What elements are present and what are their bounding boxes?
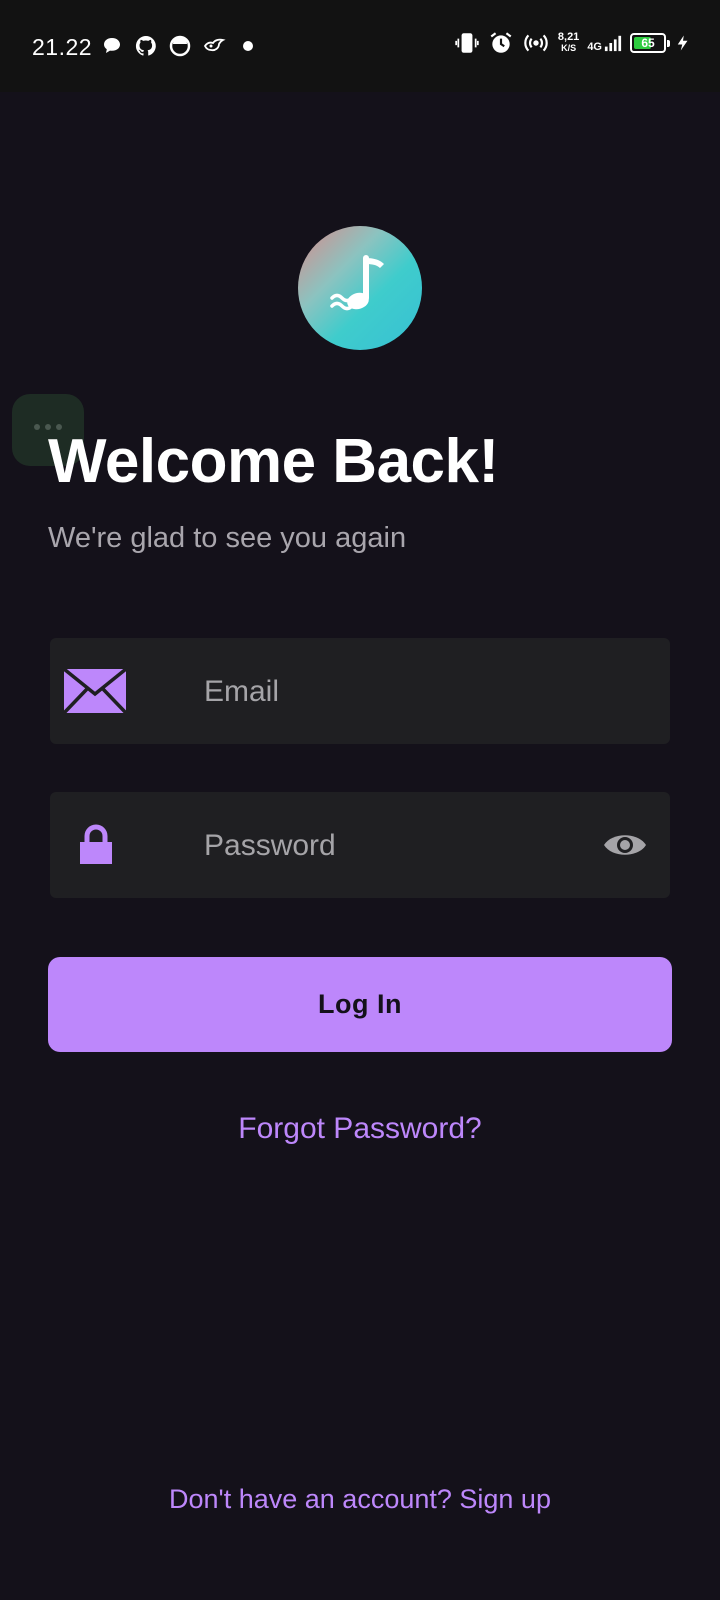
signal-icon bbox=[604, 35, 622, 52]
email-field[interactable] bbox=[50, 638, 670, 746]
password-field[interactable] bbox=[50, 792, 670, 900]
signup-link[interactable]: Don't have an account? Sign up bbox=[0, 1484, 720, 1515]
battery-level: 65 bbox=[641, 36, 655, 50]
page-title: Welcome Back! bbox=[48, 427, 499, 496]
login-button[interactable]: Log In bbox=[48, 957, 672, 1052]
alarm-icon bbox=[490, 32, 512, 53]
lock-icon bbox=[78, 792, 114, 898]
status-time: 21.22 bbox=[32, 34, 93, 60]
eye-icon[interactable] bbox=[602, 792, 648, 898]
status-bar: 21.22 8,21 K/S 4G 65 bbox=[0, 0, 720, 92]
music-note-wave-icon bbox=[330, 255, 384, 311]
notification-icons bbox=[100, 34, 260, 58]
network-speed: 8,21 K/S bbox=[558, 32, 579, 54]
password-input[interactable] bbox=[202, 792, 626, 900]
battery-cap bbox=[667, 40, 670, 47]
app-logo bbox=[298, 226, 422, 350]
page-subtitle: We're glad to see you again bbox=[48, 522, 407, 554]
chat-bubble-icon bbox=[104, 38, 120, 53]
charging-icon bbox=[677, 35, 688, 51]
bird-icon bbox=[203, 38, 226, 52]
net-speed-value: 8,21 bbox=[557, 31, 580, 43]
github-icon bbox=[135, 35, 156, 56]
network-type: 4G bbox=[587, 41, 602, 53]
signal-group: 4G bbox=[587, 33, 622, 53]
mail-icon bbox=[62, 638, 128, 744]
hotspot-icon bbox=[524, 34, 548, 52]
battery-icon: 65 bbox=[630, 33, 670, 53]
forgot-password-link[interactable]: Forgot Password? bbox=[0, 1112, 720, 1146]
dot-icon bbox=[243, 41, 253, 51]
net-speed-unit: K/S bbox=[561, 43, 577, 53]
circle-app-icon bbox=[169, 35, 191, 57]
vibrate-icon bbox=[455, 33, 479, 53]
system-icons: 8,21 K/S 4G 65 bbox=[454, 30, 692, 56]
email-input[interactable] bbox=[202, 638, 626, 746]
